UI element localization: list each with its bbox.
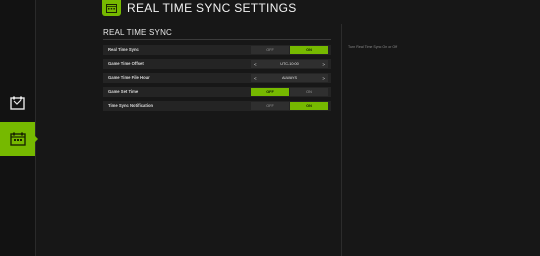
sidebar: [0, 0, 38, 256]
sidebar-item-map[interactable]: [0, 86, 35, 120]
setting-row-game-time-file-hour[interactable]: Game Time File Hour < ALWAYS >: [103, 73, 331, 83]
chevron-right-icon[interactable]: >: [322, 62, 325, 67]
time-sync-notification-toggle[interactable]: OFF ON: [251, 102, 328, 110]
help-text: Turn Real Time Sync On or Off: [348, 45, 398, 49]
setting-row-time-sync-notification[interactable]: Time Sync Notification OFF ON: [103, 101, 331, 111]
setting-label: Game Time File Hour: [108, 75, 150, 80]
toggle-on-option[interactable]: ON: [290, 46, 328, 54]
toggle-off-option[interactable]: OFF: [251, 88, 289, 96]
game-set-time-toggle[interactable]: OFF ON: [251, 88, 328, 96]
selector-value: ALWAYS: [281, 76, 298, 80]
setting-label: Game Time Offset: [108, 61, 144, 66]
chevron-left-icon[interactable]: <: [254, 76, 257, 81]
sidebar-item-real-time-sync[interactable]: [0, 122, 38, 156]
calendar-sync-icon: [9, 132, 26, 146]
selector-value: UTC-10:00: [280, 62, 299, 66]
chevron-right-icon[interactable]: >: [322, 76, 325, 81]
setting-row-real-time-sync[interactable]: Real Time Sync OFF ON: [103, 45, 331, 55]
section-title: REAL TIME SYNC: [103, 28, 173, 37]
toggle-on-option[interactable]: ON: [290, 88, 328, 96]
toggle-off-option[interactable]: OFF: [251, 102, 289, 110]
game-time-offset-selector[interactable]: < UTC-10:00 >: [251, 60, 328, 68]
header-calendar-icon: [102, 0, 121, 16]
setting-label: Game Set Time: [108, 89, 139, 94]
toggle-on-option[interactable]: ON: [290, 102, 328, 110]
setting-row-game-time-offset[interactable]: Game Time Offset < UTC-10:00 >: [103, 59, 331, 69]
setting-label: Real Time Sync: [108, 47, 139, 52]
map-icon: [9, 96, 25, 110]
page-title: REAL TIME SYNC SETTINGS: [127, 1, 297, 15]
real-time-sync-toggle[interactable]: OFF ON: [251, 46, 328, 54]
game-time-file-hour-selector[interactable]: < ALWAYS >: [251, 74, 328, 82]
setting-row-game-set-time[interactable]: Game Set Time OFF ON: [103, 87, 331, 97]
toggle-off-option[interactable]: OFF: [251, 46, 289, 54]
setting-label: Time Sync Notification: [108, 103, 154, 108]
panel-divider: [341, 24, 342, 256]
section-divider: [103, 39, 331, 40]
chevron-left-icon[interactable]: <: [254, 62, 257, 67]
